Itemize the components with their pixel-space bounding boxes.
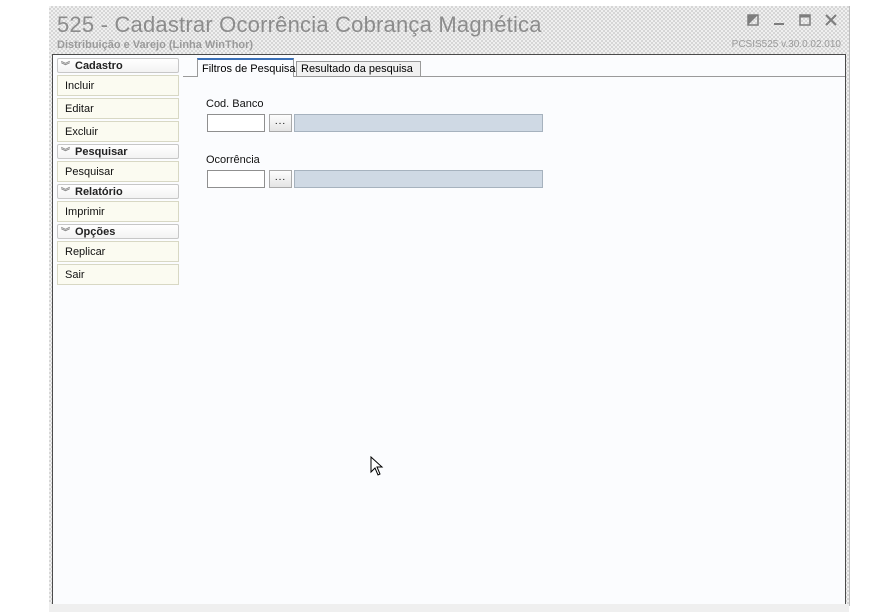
section-label: Opções (75, 225, 116, 238)
tab-strip: Filtros de Pesquisa Resultado da pesquis… (183, 58, 845, 77)
collapse-chevron-icon: ︾ (61, 227, 71, 237)
tab-resultado-da-pesquisa[interactable]: Resultado da pesquisa (296, 61, 421, 76)
tab-filtros-de-pesquisa[interactable]: Filtros de Pesquisa (197, 58, 296, 77)
cod-banco-input[interactable] (207, 114, 265, 132)
ocorrencia-description-field (294, 170, 543, 188)
section-relatorio[interactable]: ︾ Relatório (57, 184, 179, 199)
bottom-strip (49, 604, 849, 612)
cod-banco-label: Cod. Banco (206, 98, 264, 110)
ocorrencia-lookup-button[interactable]: ... (269, 170, 292, 188)
minimize-icon[interactable] (771, 12, 787, 28)
collapse-chevron-icon: ︾ (61, 61, 71, 71)
cod-banco-lookup-button[interactable]: ... (269, 114, 292, 132)
editar-button[interactable]: Editar (57, 98, 179, 119)
window-subtitle: Distribuição e Varejo (Linha WinThor) (57, 39, 254, 51)
action-sidebar: ︾ Cadastro Incluir Editar Excluir ︾ Pesq… (57, 58, 179, 287)
client-area: ︾ Cadastro Incluir Editar Excluir ︾ Pesq… (52, 54, 846, 605)
section-label: Cadastro (75, 59, 123, 72)
mouse-cursor-icon (370, 456, 384, 476)
section-pesquisar[interactable]: ︾ Pesquisar (57, 144, 179, 159)
section-label: Pesquisar (75, 145, 128, 158)
main-window: 525 - Cadastrar Ocorrência Cobrança Magn… (49, 6, 850, 606)
excluir-button[interactable]: Excluir (57, 121, 179, 142)
section-label: Relatório (75, 185, 123, 198)
close-icon[interactable] (823, 12, 839, 28)
sair-button[interactable]: Sair (57, 264, 179, 285)
ocorrencia-input[interactable] (207, 170, 265, 188)
replicar-button[interactable]: Replicar (57, 241, 179, 262)
section-cadastro[interactable]: ︾ Cadastro (57, 58, 179, 73)
pesquisar-button[interactable]: Pesquisar (57, 161, 179, 182)
collapse-chevron-icon: ︾ (61, 187, 71, 197)
imprimir-button[interactable]: Imprimir (57, 201, 179, 222)
restore-icon[interactable] (745, 12, 761, 28)
window-controls (745, 12, 839, 28)
maximize-icon[interactable] (797, 12, 813, 28)
section-opcoes[interactable]: ︾ Opções (57, 224, 179, 239)
collapse-chevron-icon: ︾ (61, 147, 71, 157)
ocorrencia-label: Ocorrência (206, 154, 260, 166)
cod-banco-description-field (294, 114, 543, 132)
window-title: 525 - Cadastrar Ocorrência Cobrança Magn… (57, 12, 542, 37)
version-label: PCSIS525 v.30.0.02.010 (731, 39, 841, 50)
incluir-button[interactable]: Incluir (57, 75, 179, 96)
